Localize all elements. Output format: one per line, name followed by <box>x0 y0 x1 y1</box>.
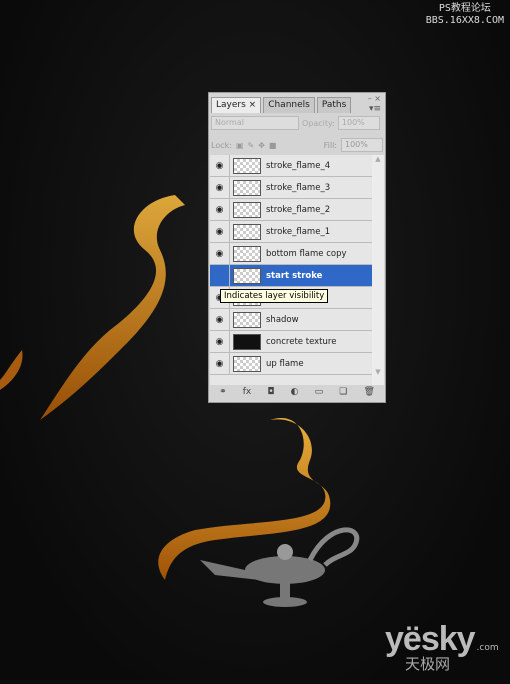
layer-name: shadow <box>266 314 299 325</box>
layer-row[interactable]: ◉ concrete texture <box>210 331 373 353</box>
layer-name: start stroke <box>266 270 323 281</box>
tab-layers[interactable]: Layers × <box>211 97 262 113</box>
adjustment-icon[interactable]: ◐ <box>291 387 299 397</box>
oil-lamp <box>200 527 360 607</box>
panel-toolbar: ⚭ fx ◘ ◐ ▭ ❏ 🗑 <box>211 384 383 400</box>
panel-menu-icon[interactable]: ▾≡ <box>369 104 381 114</box>
layer-row[interactable]: start stroke <box>210 265 373 287</box>
eye-icon[interactable]: ◉ <box>210 199 230 220</box>
layer-thumbnail <box>233 201 261 218</box>
window-controls[interactable]: – × <box>368 94 381 103</box>
eye-icon[interactable]: ◉ <box>210 309 230 330</box>
layer-thumbnail <box>233 333 261 350</box>
opacity-label: Opacity: <box>302 118 335 128</box>
layer-thumbnail <box>233 157 261 174</box>
layer-name: concrete texture <box>266 336 337 347</box>
eye-icon[interactable]: ◉ <box>210 353 230 374</box>
lock-paint-icon[interactable]: ✎ <box>248 141 255 150</box>
flame-left <box>40 195 185 420</box>
fill-label: Fill: <box>323 140 337 150</box>
fill-input[interactable]: 100% <box>341 138 383 152</box>
layer-row[interactable]: ◉ stroke_flame_4 <box>210 155 373 177</box>
lock-all-icon[interactable]: ■ <box>269 141 277 150</box>
layer-name: stroke_flame_2 <box>266 204 331 215</box>
flame-stroke <box>158 418 331 580</box>
lock-label: Lock: <box>211 140 232 150</box>
eye-icon[interactable]: ◉ <box>210 177 230 198</box>
lock-move-icon[interactable]: ✥ <box>258 141 265 150</box>
layer-name: bottom flame copy <box>266 248 347 259</box>
layer-thumbnail <box>233 179 261 196</box>
layer-name: stroke_flame_4 <box>266 160 331 171</box>
blend-mode-select[interactable]: Normal <box>211 116 299 130</box>
watermark-line1: PS教程论坛 <box>438 3 491 14</box>
layer-name: up flame <box>266 358 304 369</box>
eye-icon[interactable]: ◉ <box>210 221 230 242</box>
mask-icon[interactable]: ◘ <box>267 387 274 397</box>
layer-row[interactable]: ◉ stroke_flame_3 <box>210 177 373 199</box>
new-layer-icon[interactable]: ❏ <box>339 387 347 397</box>
layer-thumbnail <box>233 223 261 240</box>
watermark: PS教程论坛 BBS.16XX8.COM <box>426 3 504 27</box>
fx-icon[interactable]: fx <box>243 387 252 397</box>
layer-row[interactable]: ◉ stroke_flame_1 <box>210 221 373 243</box>
layer-row[interactable]: ◉ bottom flame copy <box>210 243 373 265</box>
link-icon[interactable]: ⚭ <box>219 387 227 397</box>
layer-row[interactable]: ◉ shadow <box>210 309 373 331</box>
layer-row[interactable]: ◉ stroke_flame_2 <box>210 199 373 221</box>
flame-left-edge <box>0 350 23 390</box>
layer-thumbnail <box>233 355 261 372</box>
layer-name: stroke_flame_1 <box>266 226 331 237</box>
eye-icon[interactable]: ◉ <box>210 331 230 352</box>
layer-thumbnail <box>233 245 261 262</box>
layer-row[interactable]: ◉ up flame <box>210 353 373 375</box>
layer-name: stroke_flame_3 <box>266 182 331 193</box>
layer-thumbnail <box>233 267 261 284</box>
logo-suffix: .com <box>476 643 499 653</box>
layer-thumbnail <box>233 311 261 328</box>
eye-icon[interactable]: ◉ <box>210 243 230 264</box>
eye-icon[interactable]: ◉ <box>210 155 230 176</box>
lock-transparent-icon[interactable]: ▣ <box>236 141 244 150</box>
yesky-logo: yësky .com 天极网 <box>385 620 499 674</box>
layer-list: ◉ stroke_flame_4 ◉ stroke_flame_3 ◉ stroke_fl… <box>210 155 373 385</box>
tab-paths[interactable]: Paths <box>316 97 352 113</box>
trash-icon[interactable]: 🗑 <box>363 387 374 397</box>
opacity-input[interactable]: 100% <box>337 116 380 130</box>
scrollbar[interactable]: ▲ ▼ <box>372 155 384 385</box>
layers-panel: – × ▾≡ Layers × Channels Paths Normal Op… <box>208 92 386 403</box>
tab-channels[interactable]: Channels <box>263 97 315 113</box>
visibility-toggle[interactable] <box>210 265 230 286</box>
watermark-line2: BBS.16XX8.COM <box>425 15 504 26</box>
folder-icon[interactable]: ▭ <box>315 387 324 397</box>
tooltip: Indicates layer visibility <box>220 289 329 303</box>
